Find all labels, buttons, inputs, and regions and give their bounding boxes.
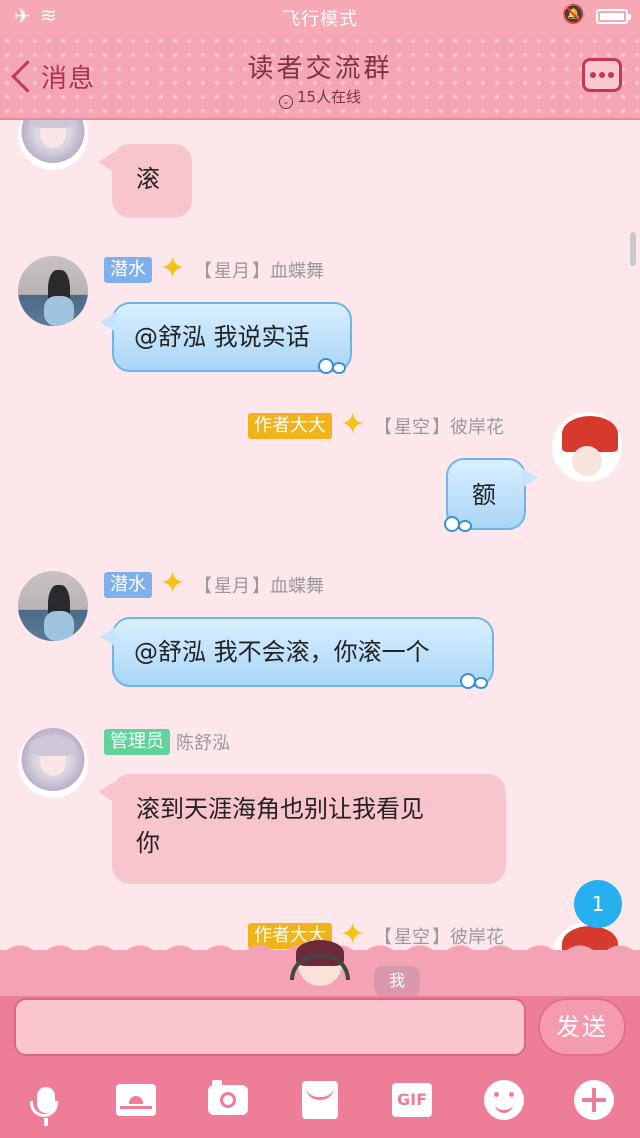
message-bubble[interactable]: 滚 bbox=[98, 144, 192, 216]
chat-header: 消息 读者交流群 ⌄ 15人在线 bbox=[0, 34, 640, 120]
dot-icon bbox=[608, 72, 614, 78]
emoji-icon[interactable] bbox=[482, 1078, 526, 1122]
message-text: 滚 bbox=[136, 165, 160, 193]
star-icon bbox=[160, 566, 186, 601]
my-avatar[interactable] bbox=[290, 940, 350, 994]
sender-name: 血蝶舞 bbox=[270, 261, 324, 282]
message-bubble[interactable]: @舒泓 我不会滚，你滚一个 bbox=[100, 617, 496, 689]
message-bubble[interactable]: 额 bbox=[444, 458, 538, 532]
message-text-line: 滚到天涯海角也别让我看见 bbox=[136, 795, 424, 823]
member-badge: 作者大大 bbox=[248, 413, 332, 439]
member-badge: 潜水 bbox=[104, 257, 152, 283]
status-mode: 飞行模式 bbox=[282, 9, 358, 30]
wave-decoration bbox=[460, 671, 496, 689]
dot-icon bbox=[599, 72, 605, 78]
sender-name: 彼岸花 bbox=[450, 417, 504, 438]
wave-decoration bbox=[318, 356, 354, 374]
message-bubble[interactable]: @舒泓 我说实话 bbox=[100, 302, 354, 374]
member-title: 星空 bbox=[394, 417, 430, 438]
scrollbar[interactable] bbox=[630, 232, 636, 266]
message-list[interactable]: 滚 潜水 【 星月 】 血蝶舞 @舒泓 我说实话 作者大大 【 星空 】 彼岸花… bbox=[0, 120, 640, 950]
status-bar: ✈ ≋ 飞行模式 🔕 bbox=[0, 0, 640, 34]
member-title: 星月 bbox=[214, 576, 250, 597]
composer: 我 发送 GIF bbox=[0, 936, 640, 1138]
camera-icon[interactable] bbox=[206, 1078, 250, 1122]
plus-icon[interactable] bbox=[572, 1078, 616, 1122]
message-text: @舒泓 我说实话 bbox=[134, 323, 310, 351]
envelope-icon[interactable] bbox=[298, 1078, 342, 1122]
gif-icon[interactable]: GIF bbox=[390, 1078, 434, 1122]
battery-icon bbox=[596, 9, 631, 24]
avatar[interactable] bbox=[18, 728, 88, 798]
star-icon bbox=[340, 407, 366, 442]
message-input[interactable] bbox=[14, 998, 526, 1056]
message-text-line: 你 bbox=[136, 829, 160, 857]
sender-meta: 管理员 陈舒泓 bbox=[104, 729, 230, 755]
message-text: 额 bbox=[472, 481, 496, 509]
sender-meta: 潜水 【 星月 】 血蝶舞 bbox=[104, 251, 324, 286]
unread-count-badge[interactable]: 1 bbox=[574, 880, 622, 928]
member-title: 星月 bbox=[214, 261, 250, 282]
message-bubble[interactable]: 滚到天涯海角也别让我看见 你 bbox=[98, 774, 506, 882]
sender-name: 血蝶舞 bbox=[270, 576, 324, 597]
microphone-icon[interactable] bbox=[24, 1078, 68, 1126]
avatar[interactable] bbox=[18, 256, 88, 326]
sender-meta: 作者大大 【 星空 】 彼岸花 bbox=[248, 407, 504, 442]
message-text: @舒泓 我不会滚，你滚一个 bbox=[134, 638, 430, 666]
avatar[interactable] bbox=[18, 571, 88, 641]
star-icon bbox=[160, 251, 186, 286]
more-menu-button[interactable] bbox=[582, 58, 622, 92]
toolbar: GIF bbox=[0, 1068, 640, 1138]
avatar[interactable] bbox=[552, 412, 622, 482]
dot-icon bbox=[590, 72, 596, 78]
send-button[interactable]: 发送 bbox=[538, 998, 626, 1056]
bell-muted-icon: 🔕 bbox=[562, 4, 585, 25]
wave-decoration bbox=[444, 514, 480, 532]
me-tag[interactable]: 我 bbox=[374, 966, 420, 996]
online-count: 15人在线 bbox=[296, 88, 362, 106]
member-badge: 潜水 bbox=[104, 572, 152, 598]
chevron-down-icon: ⌄ bbox=[278, 95, 293, 109]
admin-badge: 管理员 bbox=[104, 729, 170, 755]
group-title: 读者交流群 bbox=[247, 54, 393, 84]
avatar[interactable] bbox=[18, 120, 88, 170]
image-icon[interactable] bbox=[114, 1078, 158, 1122]
online-status[interactable]: ⌄ 15人在线 bbox=[0, 86, 640, 109]
sender-name: 陈舒泓 bbox=[176, 733, 230, 754]
sender-meta: 潜水 【 星月 】 血蝶舞 bbox=[104, 566, 324, 601]
